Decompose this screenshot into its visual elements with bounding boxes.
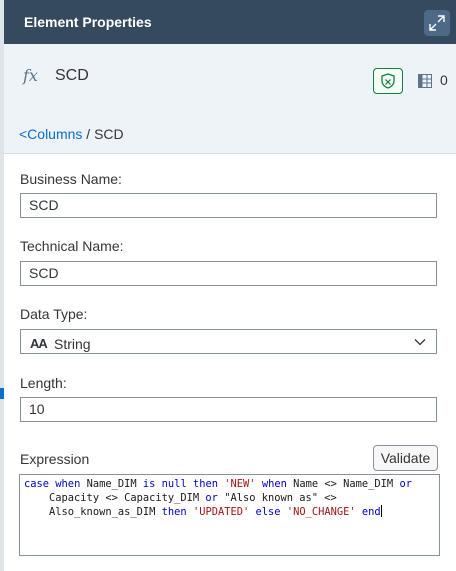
- left-edge-marker: [0, 388, 4, 399]
- length-input[interactable]: 10: [20, 397, 437, 422]
- expression-keyword: or: [205, 492, 218, 504]
- expression-keyword: end: [361, 506, 381, 518]
- expression-keyword: case: [24, 478, 50, 490]
- expression-line: case when Name_DIM is null then 'NEW' wh…: [24, 477, 435, 491]
- expression-string: 'NEW': [224, 478, 256, 490]
- data-type-label: Data Type:: [20, 306, 88, 322]
- chevron-down-icon: [414, 339, 426, 346]
- element-name: SCD: [55, 67, 89, 84]
- breadcrumb-columns-link[interactable]: <Columns: [19, 126, 82, 142]
- technical-name-label: Technical Name:: [20, 238, 124, 254]
- expression-line: Also_known_as_DIM then 'UPDATED' else 'N…: [24, 505, 435, 519]
- business-name-input[interactable]: SCD: [20, 193, 437, 218]
- expression-text: "Also known as" <>: [217, 492, 337, 504]
- expression-keyword: or: [399, 478, 412, 490]
- technical-name-input[interactable]: SCD: [20, 261, 437, 286]
- expression-keyword: then: [192, 478, 218, 490]
- expression-string: 'NO_CHANGE': [286, 506, 356, 518]
- expression-label: Expression: [20, 451, 90, 467]
- expression-editor[interactable]: case when Name_DIM is null then 'NEW' wh…: [19, 474, 440, 556]
- validate-button[interactable]: Validate: [373, 445, 438, 471]
- breadcrumb: <Columns / SCD: [19, 126, 124, 142]
- fx-icon: fx: [23, 66, 38, 85]
- panel-title: Element Properties: [24, 14, 152, 30]
- text-cursor: [380, 505, 382, 517]
- expression-keyword: then: [161, 506, 187, 518]
- element-title-area: fx SCD 0 <Columns / SCD: [4, 44, 456, 154]
- expression-string: 'UPDATED': [192, 506, 250, 518]
- expression-text: Also_known_as_DIM: [24, 506, 162, 518]
- expression-keyword: when: [261, 478, 287, 490]
- expand-button[interactable]: [424, 10, 450, 36]
- validation-status-button[interactable]: [373, 68, 403, 94]
- expression-line: Capacity <> Capacity_DIM or "Also known …: [24, 491, 435, 505]
- length-label: Length:: [20, 375, 67, 391]
- expression-keyword: is: [142, 478, 156, 490]
- expression-text: Name <> Name_DIM: [286, 478, 400, 490]
- breadcrumb-separator: /: [82, 126, 95, 142]
- column-count: 0: [440, 72, 448, 88]
- expression-keyword: null: [161, 478, 187, 490]
- business-name-label: Business Name:: [20, 171, 122, 187]
- expression-text: Name_DIM: [80, 478, 143, 490]
- string-type-icon: AA: [30, 336, 48, 351]
- panel-header: Element Properties: [4, 0, 456, 44]
- data-type-select[interactable]: AA String: [20, 329, 437, 354]
- table-columns-icon[interactable]: [418, 74, 432, 88]
- data-type-value: String: [54, 336, 91, 352]
- expression-text: Capacity <> Capacity_DIM: [24, 492, 206, 504]
- expand-icon: [429, 15, 445, 31]
- breadcrumb-current: SCD: [94, 126, 124, 142]
- shield-check-icon: [381, 73, 395, 89]
- expression-keyword: else: [255, 506, 281, 518]
- expression-keyword: when: [55, 478, 81, 490]
